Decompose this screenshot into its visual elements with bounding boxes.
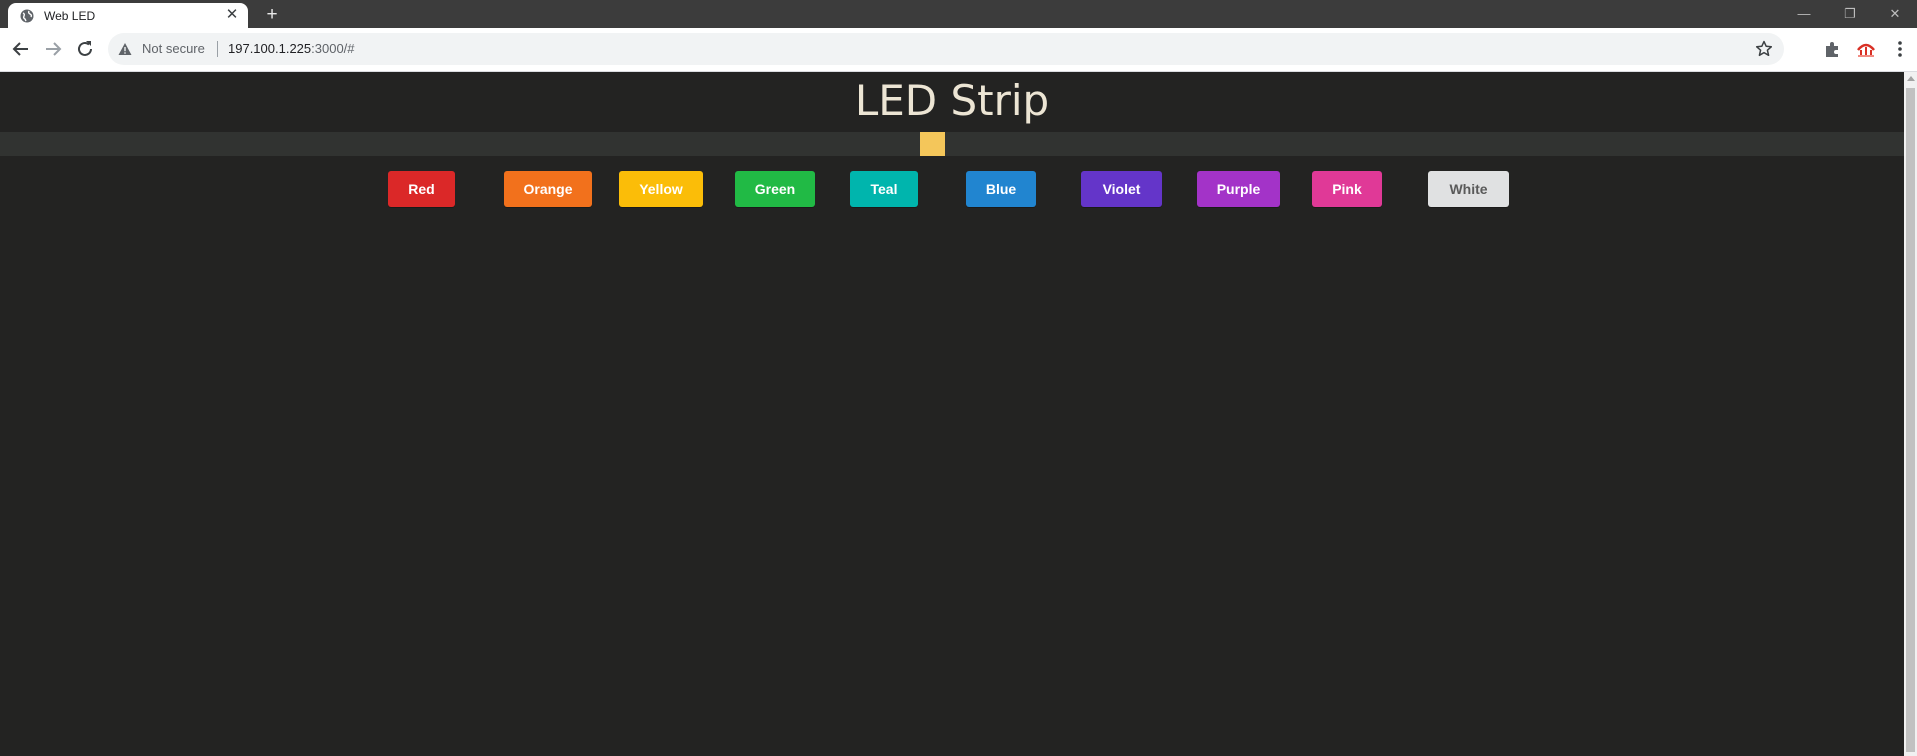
browser-window: Web LED ✕ + — ❐ ✕ Not secure 197.100.1.2… (0, 0, 1917, 756)
pink-button[interactable]: Pink (1312, 171, 1382, 207)
kebab-menu-icon[interactable] (1889, 38, 1911, 60)
browser-toolbar: Not secure 197.100.1.225:3000/# (0, 28, 1917, 72)
extensions-icon[interactable] (1822, 38, 1844, 60)
back-arrow-icon[interactable] (9, 37, 33, 61)
blue-button[interactable]: Blue (966, 171, 1036, 207)
teal-button[interactable]: Teal (850, 171, 918, 207)
scroll-thumb[interactable] (1906, 88, 1915, 752)
url-path: :3000/# (311, 41, 355, 56)
tab-web-led[interactable]: Web LED ✕ (8, 3, 248, 28)
scroll-up-arrow-icon[interactable] (1907, 76, 1915, 81)
address-separator (217, 41, 218, 57)
red-button[interactable]: Red (388, 171, 455, 207)
vertical-scrollbar[interactable] (1904, 72, 1917, 756)
bookmark-star-icon[interactable] (1754, 39, 1774, 59)
yellow-button[interactable]: Yellow (619, 171, 703, 207)
violet-button[interactable]: Violet (1081, 171, 1162, 207)
restore-icon[interactable]: ❐ (1835, 3, 1865, 25)
white-button[interactable]: White (1428, 171, 1509, 207)
orange-button[interactable]: Orange (504, 171, 592, 207)
reload-icon[interactable] (73, 37, 97, 61)
green-button[interactable]: Green (735, 171, 815, 207)
tab-strip: Web LED ✕ + — ❐ ✕ (0, 0, 1917, 28)
led-strip-bar (0, 132, 1904, 156)
profile-avatar-icon[interactable] (1855, 38, 1877, 60)
page-content: LED Strip Red Orange Yellow Green Teal B… (0, 72, 1904, 756)
new-tab-button[interactable]: + (262, 5, 282, 25)
security-status-label[interactable]: Not secure (142, 41, 205, 56)
purple-button[interactable]: Purple (1197, 171, 1280, 207)
tab-close-icon[interactable]: ✕ (224, 7, 240, 23)
warning-icon[interactable] (118, 42, 132, 56)
url-host: 197.100.1.225 (228, 41, 312, 56)
globe-icon (20, 9, 34, 23)
led-color-swatch (920, 132, 945, 156)
tab-title: Web LED (44, 9, 96, 23)
address-bar[interactable]: Not secure 197.100.1.225:3000/# (108, 33, 1784, 65)
page-title: LED Strip (854, 76, 1050, 125)
forward-arrow-icon[interactable] (41, 37, 65, 61)
url-text[interactable]: 197.100.1.225:3000/# (228, 41, 355, 56)
window-close-icon[interactable]: ✕ (1880, 3, 1910, 25)
minimize-icon[interactable]: — (1789, 3, 1819, 25)
